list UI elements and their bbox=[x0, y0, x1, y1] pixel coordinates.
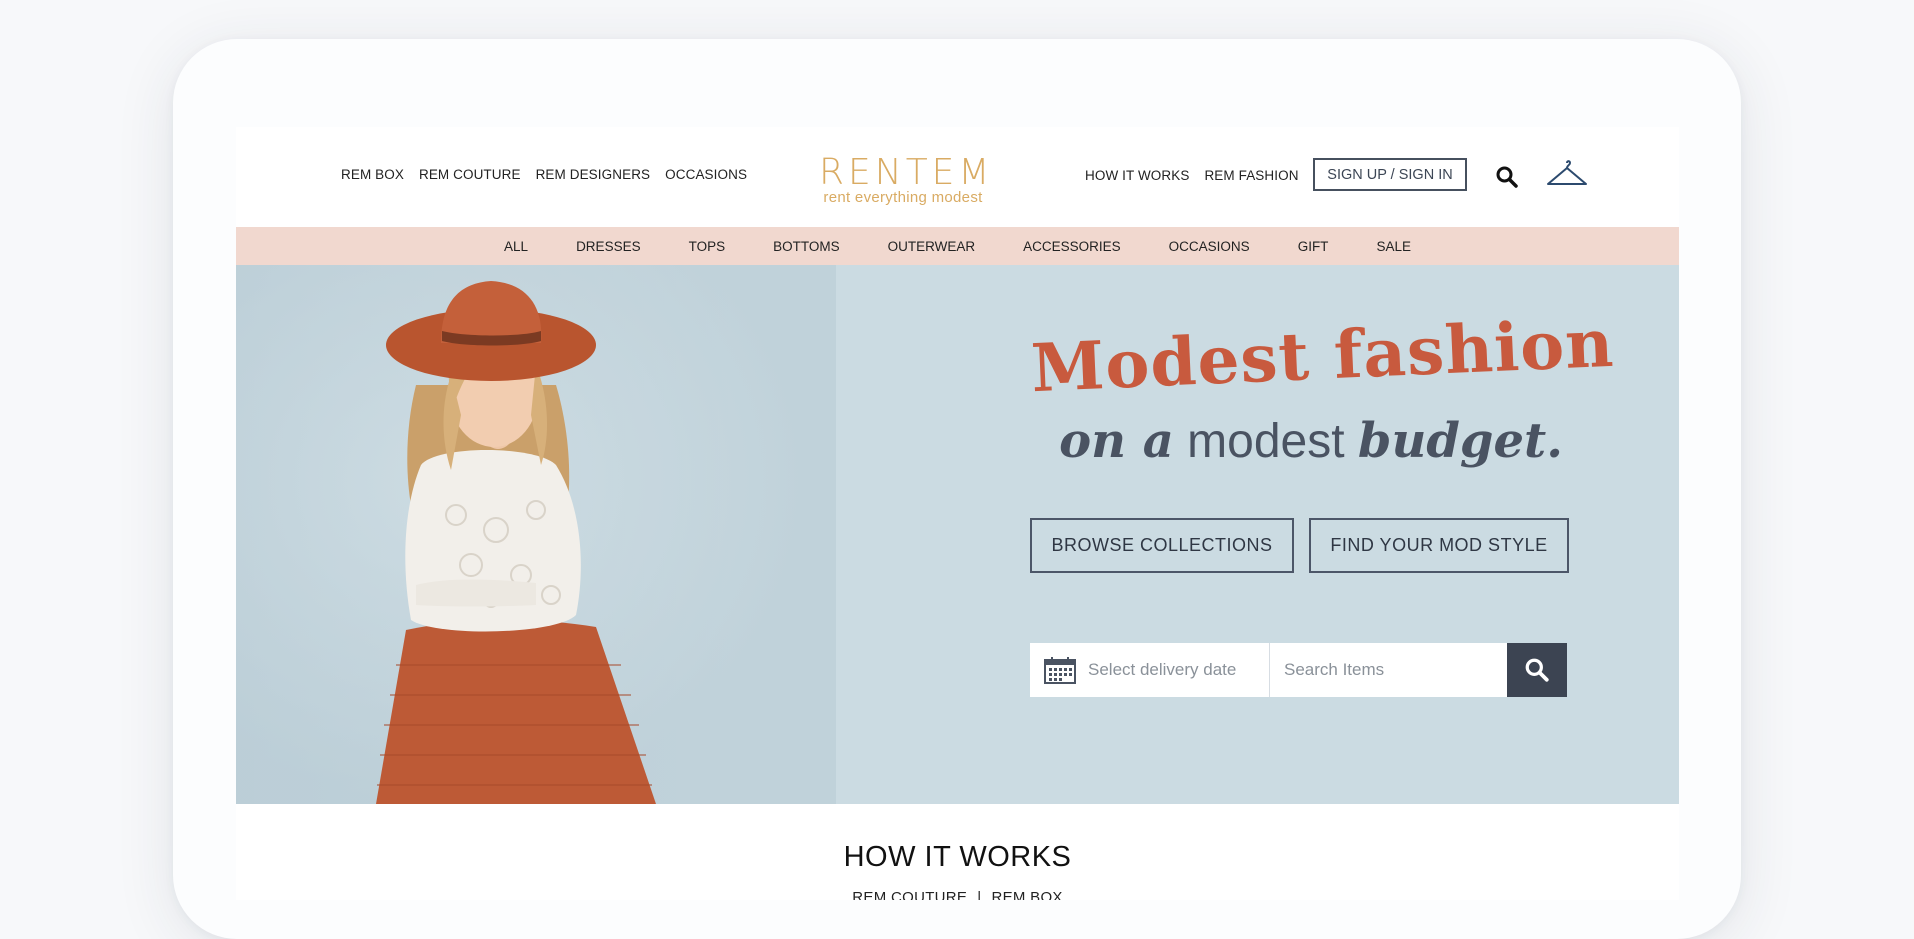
nav-rem-couture[interactable]: REM COUTURE bbox=[419, 167, 521, 182]
signin-button[interactable]: SIGN UP / SIGN IN bbox=[1313, 158, 1467, 191]
logo-wordmark: RENTEM bbox=[819, 152, 994, 193]
delivery-date-placeholder: Select delivery date bbox=[1088, 660, 1237, 679]
how-it-works-tabs: REM COUTURE | REM BOX bbox=[236, 889, 1679, 900]
category-occasions[interactable]: OCCASIONS bbox=[1169, 239, 1250, 254]
subheadline-part-1: on a bbox=[1059, 413, 1174, 469]
search-items-input[interactable] bbox=[1270, 643, 1507, 697]
browse-collections-button[interactable]: BROWSE COLLECTIONS bbox=[1030, 518, 1294, 573]
nav-rem-designers[interactable]: REM DESIGNERS bbox=[536, 167, 651, 182]
hero-model-image bbox=[236, 265, 836, 804]
logo-tagline: rent everything modest bbox=[823, 189, 983, 206]
subheadline-part-3: budget. bbox=[1357, 413, 1563, 469]
category-outerwear[interactable]: OUTERWEAR bbox=[888, 239, 976, 254]
category-sale[interactable]: SALE bbox=[1376, 239, 1411, 254]
website-viewport: REM BOX REM COUTURE REM DESIGNERS OCCASI… bbox=[236, 127, 1679, 900]
find-mod-style-button[interactable]: FIND YOUR MOD STYLE bbox=[1309, 518, 1569, 573]
category-bar: ALL DRESSES TOPS BOTTOMS OUTERWEAR ACCES… bbox=[236, 227, 1679, 265]
delivery-date-picker[interactable]: Select delivery date bbox=[1030, 643, 1270, 697]
nav-occasions[interactable]: OCCASIONS bbox=[665, 167, 747, 182]
search-icon bbox=[1525, 658, 1549, 682]
tab-separator: | bbox=[977, 889, 982, 900]
primary-nav-left: REM BOX REM COUTURE REM DESIGNERS OCCASI… bbox=[341, 167, 747, 182]
search-icon[interactable] bbox=[1495, 165, 1519, 194]
search-submit-button[interactable] bbox=[1507, 643, 1567, 697]
hero-banner: Modest fashion on a modest budget. BROWS… bbox=[236, 265, 1679, 804]
nav-rem-box[interactable]: REM BOX bbox=[341, 167, 404, 182]
hero-search-bar: Select delivery date bbox=[1030, 643, 1567, 697]
category-accessories[interactable]: ACCESSORIES bbox=[1023, 239, 1121, 254]
hanger-icon[interactable] bbox=[1546, 159, 1588, 194]
category-dresses[interactable]: DRESSES bbox=[576, 239, 641, 254]
nav-how-it-works[interactable]: HOW IT WORKS bbox=[1085, 168, 1189, 183]
hero-subheadline: on a modest budget. bbox=[1031, 413, 1591, 469]
primary-nav-right: HOW IT WORKS REM FASHION bbox=[1085, 168, 1299, 183]
category-bottoms[interactable]: BOTTOMS bbox=[773, 239, 840, 254]
nav-rem-fashion[interactable]: REM FASHION bbox=[1204, 168, 1298, 183]
category-tops[interactable]: TOPS bbox=[689, 239, 726, 254]
category-all[interactable]: ALL bbox=[504, 239, 528, 254]
site-logo[interactable]: RENTEM rent everything modest bbox=[819, 152, 994, 207]
subheadline-part-2: modest bbox=[1187, 415, 1345, 468]
tab-rem-couture[interactable]: REM COUTURE bbox=[852, 889, 967, 900]
site-header: REM BOX REM COUTURE REM DESIGNERS OCCASI… bbox=[236, 127, 1679, 227]
how-it-works-title: HOW IT WORKS bbox=[843, 841, 1072, 873]
calendar-icon bbox=[1044, 657, 1076, 684]
hero-headline: Modest fashion bbox=[1029, 303, 1616, 408]
tab-rem-box[interactable]: REM BOX bbox=[991, 889, 1062, 900]
category-gift[interactable]: GIFT bbox=[1298, 239, 1329, 254]
